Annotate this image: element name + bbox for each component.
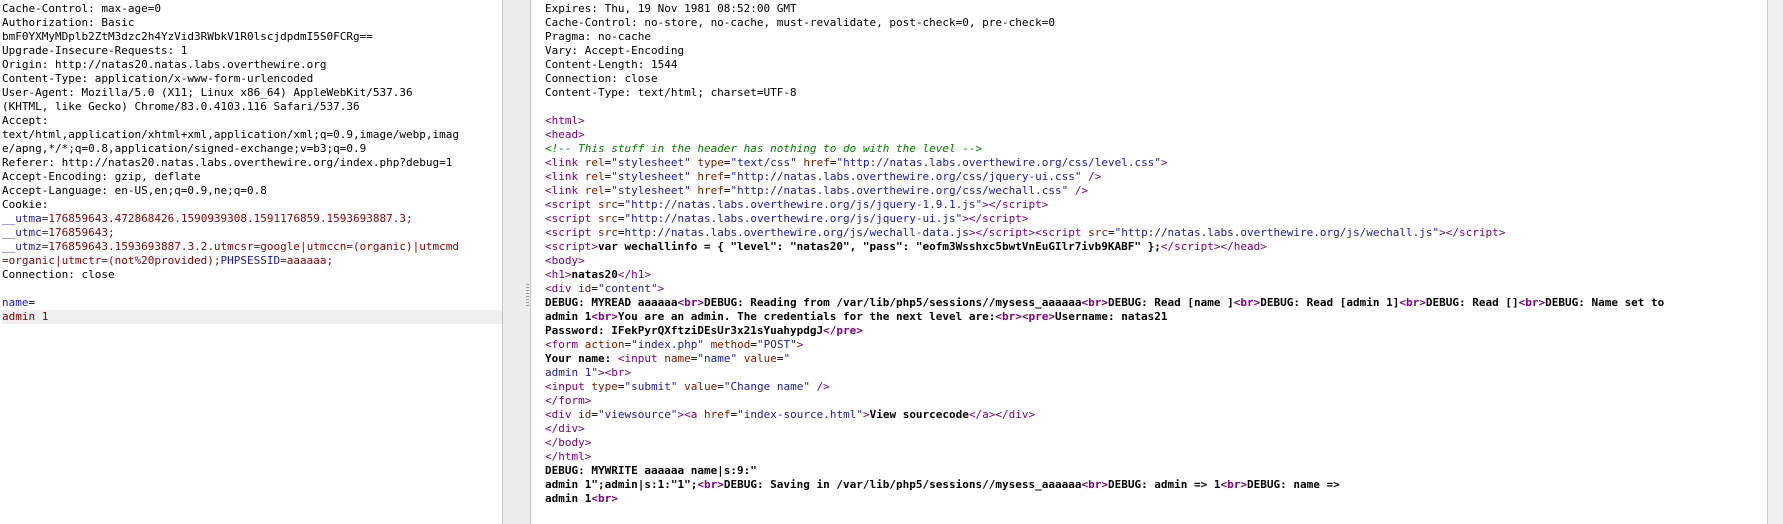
- request-header-line: Origin: http://natas20.natas.labs.overth…: [2, 58, 327, 71]
- splitter-grip-icon[interactable]: [526, 284, 529, 306]
- response-header-line: Content-Length: 1544: [545, 58, 678, 71]
- response-scrollbar[interactable]: [1767, 0, 1783, 524]
- request-header-line: Connection: close: [2, 268, 115, 281]
- wechall-script-line: <script>var wechallinfo = { "level": "na…: [545, 240, 1267, 253]
- request-header-line: Referer: http://natas20.natas.labs.overt…: [2, 156, 453, 169]
- param-name: name: [2, 296, 29, 309]
- username-text: Username: natas21: [1054, 310, 1168, 323]
- body-open-tag: <body>: [545, 254, 585, 267]
- request-header-line: Content-Type: application/x-www-form-url…: [2, 72, 314, 85]
- input-value-line: admin 1"><br>: [545, 366, 632, 379]
- link-line: <link rel="stylesheet" href="http://nata…: [545, 184, 1089, 197]
- css-url: http://natas.labs.overthewire.org/css/we…: [737, 184, 1062, 197]
- html-open-tag: <html>: [545, 114, 585, 127]
- h1-line: <h1>natas20</h1>: [545, 268, 651, 281]
- request-header-line: Upgrade-Insecure-Requests: 1: [2, 44, 188, 57]
- script-line: <script src=http://natas.labs.overthewir…: [545, 226, 1506, 239]
- request-header-line: bmF0YXMyMDplb2ZtM3dzc2h4YzVid3RWbkV1R0ls…: [2, 30, 373, 43]
- response-header-line: Cache-Control: no-store, no-cache, must-…: [545, 16, 1055, 29]
- cookie-utmz-cont-line: =organic|utmctr=(not%20provided);PHPSESS…: [2, 254, 502, 268]
- response-pane[interactable]: Expires: Thu, 19 Nov 1981 08:52:00 GMT C…: [531, 0, 1767, 524]
- cookie-utmz-line: __utmz=176859643.1593693887.3.2.utmcsr=g…: [2, 240, 502, 254]
- request-header-line: Accept-Encoding: gzip, deflate: [2, 170, 201, 183]
- param-value: admin 1: [2, 310, 49, 323]
- css-url: http://natas.labs.overthewire.org/css/le…: [843, 156, 1155, 169]
- response-header-line: Connection: close: [545, 72, 658, 85]
- response-header-line: Pragma: no-cache: [545, 30, 651, 43]
- script-line: <script src="http://natas.labs.overthewi…: [545, 198, 1049, 211]
- cookie-value: =176859643;: [41, 226, 115, 239]
- js-url: http://natas.labs.overthewire.org/js/wec…: [1121, 226, 1433, 239]
- request-header-line: Accept:: [2, 114, 49, 127]
- cookie-name: PHPSESSID: [220, 254, 281, 267]
- password-line: Password: IFekPyrQXftziDEsUr3x21sYuahypd…: [545, 324, 863, 337]
- form-close-tag: </form>: [545, 394, 592, 407]
- request-header-line: Cookie:: [2, 198, 49, 211]
- request-pane[interactable]: Cache-Control: max-age=0 Authorization: …: [0, 0, 502, 524]
- wechall-js: var wechallinfo = { "level": "natas20", …: [597, 240, 1161, 253]
- js-url: http://natas.labs.overthewire.org/js/jqu…: [631, 212, 956, 225]
- response-text[interactable]: Expires: Thu, 19 Nov 1981 08:52:00 GMT C…: [545, 0, 1767, 506]
- request-header-line: (KHTML, like Gecko) Chrome/83.0.4103.116…: [2, 100, 360, 113]
- cookie-utmc-line: __utmc=176859643;: [2, 226, 502, 240]
- request-header-line: text/html,application/xhtml+xml,applicat…: [2, 128, 459, 141]
- final-admin-line: admin 1<br>: [545, 492, 618, 505]
- cookie-name: __utma: [2, 212, 42, 225]
- password-text: Password: IFekPyrQXftziDEsUr3x21sYuahypd…: [545, 324, 824, 337]
- js-url: http://natas.labs.overthewire.org/js/jqu…: [631, 198, 976, 211]
- saving-line: admin 1";admin|s:1:"1";<br>DEBUG: Saving…: [545, 478, 1340, 491]
- mywrite-line: DEBUG: MYWRITE aaaaaa name|s:9:": [545, 464, 757, 477]
- cookie-value: =176859643.1593693887.3.2.utmcsr=google|…: [41, 240, 459, 253]
- param-equals: =: [28, 296, 36, 309]
- body-close-tag: </body>: [545, 436, 592, 449]
- html-comment: <!-- This stuff in the header has nothin…: [545, 142, 983, 155]
- h1-text: natas20: [571, 268, 618, 281]
- link-line: <link rel="stylesheet" type="text/css" h…: [545, 156, 1168, 169]
- head-open-tag: <head>: [545, 128, 585, 141]
- debug-line: DEBUG: MYREAD aaaaaa<br>DEBUG: Reading f…: [545, 296, 1665, 309]
- cookie-value: =aaaaaa;: [280, 254, 334, 267]
- request-header-line: e/apng,*/*;q=0.8,application/signed-exch…: [2, 142, 367, 155]
- response-header-line: Expires: Thu, 19 Nov 1981 08:52:00 GMT: [545, 2, 797, 15]
- body-param-line: name=: [2, 296, 502, 310]
- cookie-utma-line: __utma=176859643.472868426.1590939308.15…: [2, 212, 502, 226]
- request-header-line: Accept-Language: en-US,en;q=0.9,ne;q=0.8: [2, 184, 267, 197]
- response-header-line: Vary: Accept-Encoding: [545, 44, 685, 57]
- js-url: http://natas.labs.overthewire.org/js/wec…: [624, 226, 969, 239]
- link-line: <link rel="stylesheet" href="http://nata…: [545, 170, 1102, 183]
- pane-splitter[interactable]: [502, 0, 531, 524]
- body-value-line: admin 1: [2, 310, 502, 324]
- request-header-line: Authorization: Basic: [2, 16, 135, 29]
- viewsource-link-text: View sourcecode: [869, 408, 969, 421]
- request-text[interactable]: Cache-Control: max-age=0 Authorization: …: [2, 0, 502, 324]
- name-input-line: Your name: <input name="name" value=": [545, 352, 791, 365]
- request-header-line: Cache-Control: max-age=0: [2, 2, 161, 15]
- div-close-tag: </div>: [545, 422, 585, 435]
- form-line: <form action="index.php" method="POST">: [545, 338, 804, 351]
- css-url: http://natas.labs.overthewire.org/css/jq…: [737, 170, 1075, 183]
- request-header-line: User-Agent: Mozilla/5.0 (X11; Linux x86_…: [2, 86, 413, 99]
- cookie-name: __utmz: [2, 240, 42, 253]
- cookie-name: __utmc: [2, 226, 42, 239]
- viewsource-line: <div id="viewsource"><a href="index-sour…: [545, 408, 1036, 421]
- cookie-value: =organic|utmctr=(not%20provided);: [2, 254, 221, 267]
- admin-message-line: admin 1<br>You are an admin. The credent…: [545, 310, 1168, 323]
- response-header-line: Content-Type: text/html; charset=UTF-8: [545, 86, 797, 99]
- cookie-value: =176859643.472868426.1590939308.15911768…: [41, 212, 413, 225]
- script-line: <script src="http://natas.labs.overthewi…: [545, 212, 1029, 225]
- html-close-tag: </html>: [545, 450, 592, 463]
- content-div-line: <div id="content">: [545, 282, 665, 295]
- submit-input-line: <input type="submit" value="Change name"…: [545, 380, 830, 393]
